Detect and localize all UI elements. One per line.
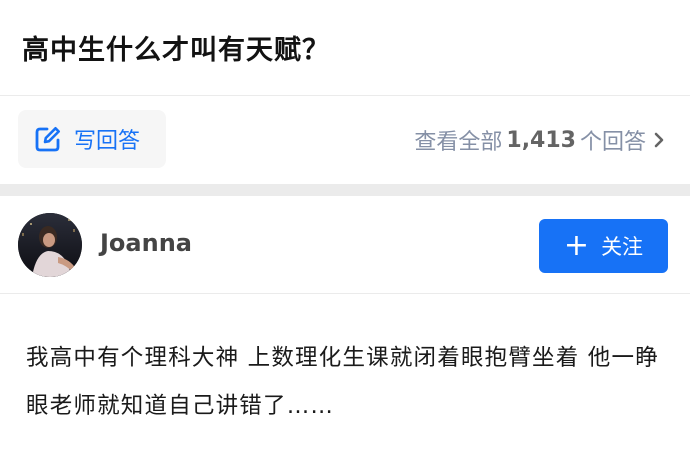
view-all-answers-link[interactable]: 查看全部 1,413 个回答 [414,124,666,156]
answer-count: 1,413 [506,127,576,153]
view-all-suffix: 个回答 [579,130,646,155]
plus-icon: + [563,228,590,263]
follow-label: 关注 [601,235,644,259]
avatar[interactable] [18,213,82,277]
chevron-right-icon [652,129,666,151]
edit-icon [34,125,62,153]
section-divider [0,184,690,196]
follow-button[interactable]: + 关注 [539,219,668,273]
question-title[interactable]: 高中生什么才叫有天赋？ [22,28,330,67]
action-bar: 写回答 查看全部 1,413 个回答 [0,96,690,184]
write-answer-button[interactable]: 写回答 [18,110,166,168]
write-answer-label: 写回答 [74,129,141,154]
author-name[interactable]: Joanna [100,229,192,257]
question-header: 高中生什么才叫有天赋？ [0,0,690,96]
answer-text[interactable]: 我高中有个理科大神 上数理化生课就闭着眼抱臂坐着 他一睁眼老师就知道自己讲错了…… [26,334,666,430]
view-all-prefix: 查看全部 [414,130,503,155]
author-row: Joanna + 关注 [0,196,690,294]
